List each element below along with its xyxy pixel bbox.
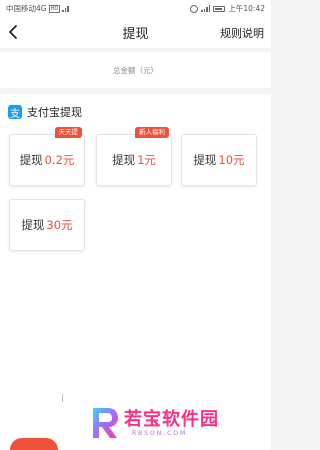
total-amount-panel: 总金额（元） [0, 52, 271, 88]
withdraw-option-30[interactable]: 提现 30元 [9, 199, 85, 251]
status-bar: 中国移动4G HD 上午10:42 [0, 0, 271, 17]
watermark-url: RBSON.COM [132, 429, 188, 437]
withdraw-page: 中国移动4G HD 上午10:42 提现 规则说明 总金额（元） 支 支付宝提现 [0, 0, 271, 450]
back-arrow-icon[interactable] [6, 24, 22, 40]
option-amount: 0.2元 [44, 153, 75, 167]
option-label-text: 提现 [19, 153, 43, 167]
hd-badge: HD [48, 4, 61, 13]
option-label-text: 提现 [112, 153, 136, 167]
nav-bar: 提现 规则说明 [0, 17, 271, 48]
option-amount: 1元 [137, 153, 156, 167]
carrier-label: 中国移动4G [6, 4, 47, 13]
page-title: 提现 [122, 27, 149, 42]
alipay-title: 支付宝提现 [27, 106, 82, 119]
status-left: 中国移动4G HD [6, 3, 69, 14]
total-amount-label: 总金额（元） [113, 65, 158, 75]
option-amount: 10元 [218, 153, 245, 167]
rules-link[interactable]: 规则说明 [220, 25, 264, 41]
option-label: 提现 10元 [193, 152, 244, 168]
withdraw-option-1[interactable]: 新人福利 提现 1元 [96, 127, 172, 186]
alipay-withdraw-section: 支 支付宝提现 天天提 提现 0.2元 新人福利 提现 1元 提现 10元 提现… [0, 94, 271, 450]
withdraw-options: 天天提 提现 0.2元 新人福利 提现 1元 提现 10元 提现 30元 [0, 120, 271, 340]
withdraw-option-0.2[interactable]: 天天提 提现 0.2元 [9, 127, 85, 186]
option-label-text: 提现 [21, 218, 45, 232]
status-right: 上午10:42 [190, 3, 265, 14]
withdraw-submit-button[interactable] [10, 438, 58, 450]
battery-icon [213, 5, 226, 12]
alarm-icon [190, 4, 199, 13]
alipay-header: 支 支付宝提现 [0, 104, 271, 120]
watermark-title: 若宝软件园 [124, 408, 219, 430]
option-badge: 天天提 [54, 127, 82, 138]
option-label-text: 提现 [193, 153, 217, 167]
option-badge: 新人福利 [135, 127, 169, 138]
clock: 上午10:42 [228, 4, 265, 13]
watermark-text: 若宝软件园 RBSON.COM [124, 408, 219, 437]
cell-signal-icon [201, 5, 211, 12]
option-label: 提现 1元 [112, 152, 156, 168]
option-label: 提现 0.2元 [20, 152, 75, 168]
watermark-logo-icon [93, 408, 118, 438]
option-amount: 30元 [46, 218, 73, 232]
withdraw-option-10[interactable]: 提现 10元 [181, 134, 257, 186]
signal-icon [62, 5, 69, 12]
watermark: 若宝软件园 RBSON.COM [90, 406, 219, 440]
bottom-hint-fragment [62, 394, 66, 402]
option-label: 提现 30元 [21, 217, 72, 233]
alipay-icon: 支 [8, 105, 22, 120]
